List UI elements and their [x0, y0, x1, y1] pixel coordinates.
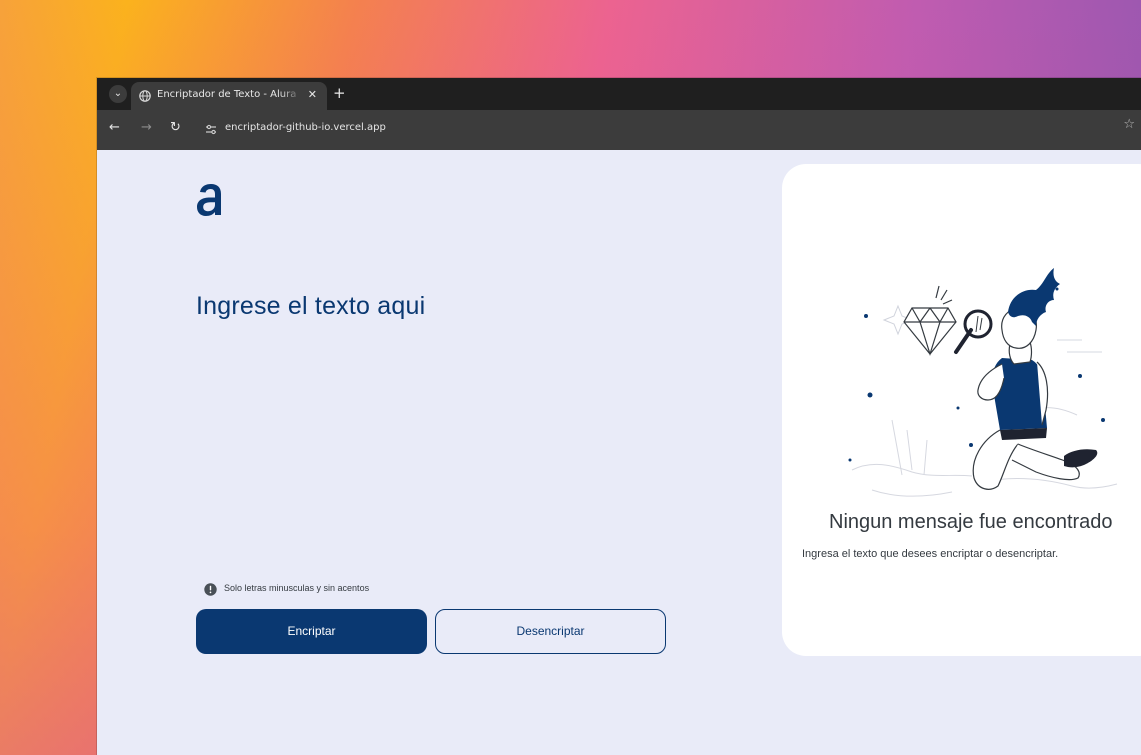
- hint-text: Solo letras minusculas y sin acentos: [224, 583, 370, 593]
- text-input-placeholder[interactable]: Ingrese el texto aqui: [196, 292, 425, 321]
- browser-tab[interactable]: Encriptador de Texto - Alura ✕: [131, 82, 327, 110]
- back-icon[interactable]: ←: [109, 120, 120, 136]
- decrypt-button[interactable]: Desencriptar: [435, 609, 666, 654]
- result-panel: Ningun mensaje fue encontrado Ingresa el…: [782, 164, 1141, 656]
- reload-icon[interactable]: ↻: [170, 120, 181, 136]
- url-field[interactable]: encriptador-github-io.vercel.app: [201, 118, 1121, 142]
- browser-window: ⌄ Encriptador de Texto - Alura ✕ + ← → ↻…: [97, 78, 1141, 755]
- tab-title: Encriptador de Texto - Alura: [157, 89, 297, 100]
- empty-state-subtitle: Ingresa el texto que desees encriptar o …: [802, 548, 1059, 560]
- forward-icon[interactable]: →: [141, 120, 152, 136]
- tab-bar: ⌄ Encriptador de Texto - Alura ✕ +: [97, 78, 1141, 110]
- close-icon[interactable]: ✕: [308, 88, 317, 102]
- tab-search-button[interactable]: ⌄: [109, 85, 127, 103]
- empty-state-title: Ningun mensaje fue encontrado: [829, 511, 1113, 533]
- address-bar: ← → ↻ encriptador-github-io.vercel.app ☆: [97, 110, 1141, 150]
- globe-icon: [139, 90, 151, 102]
- chevron-down-icon: ⌄: [113, 88, 123, 99]
- url-text: encriptador-github-io.vercel.app: [225, 122, 386, 133]
- encrypt-button[interactable]: Encriptar: [196, 609, 427, 654]
- new-tab-button[interactable]: +: [333, 84, 346, 102]
- star-icon[interactable]: ☆: [1123, 117, 1135, 132]
- alura-logo-icon: [197, 184, 221, 216]
- person-with-magnifier-illustration: [848, 268, 1118, 497]
- site-settings-icon[interactable]: [203, 121, 219, 137]
- info-icon: [204, 583, 217, 596]
- app-page: Ingrese el texto aqui Solo letras minusc…: [97, 150, 1141, 755]
